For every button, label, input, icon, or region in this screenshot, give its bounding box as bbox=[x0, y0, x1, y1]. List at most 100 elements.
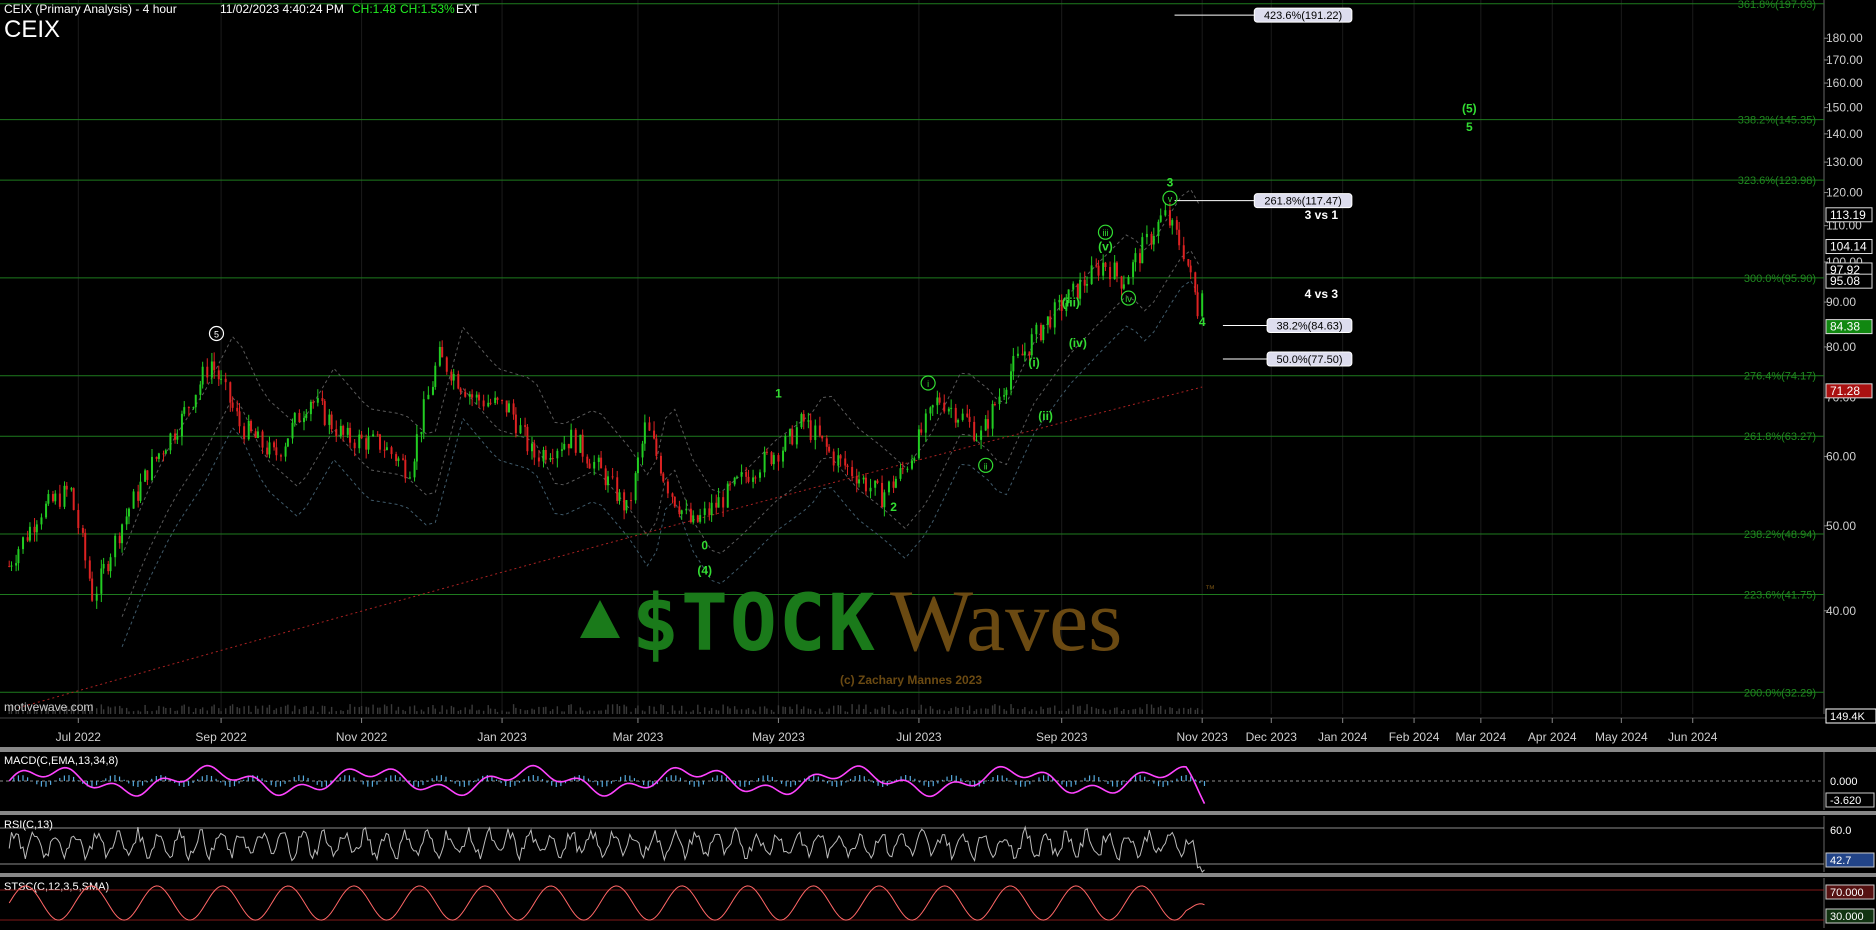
volume-bar bbox=[966, 710, 968, 714]
candle-body bbox=[376, 434, 379, 436]
date-tick-label: Jan 2024 bbox=[1318, 730, 1368, 744]
volume-bar bbox=[545, 706, 547, 714]
volume-bar bbox=[1095, 708, 1097, 714]
volume-bar bbox=[819, 708, 821, 714]
candle-body bbox=[1164, 210, 1167, 216]
volume-bar bbox=[469, 709, 471, 714]
volume-bar bbox=[902, 709, 904, 714]
volume-bar bbox=[600, 710, 602, 714]
panel-divider bbox=[0, 873, 1876, 877]
candle-body bbox=[22, 537, 25, 550]
wave-label: iv bbox=[1125, 294, 1132, 304]
candle-body bbox=[763, 451, 766, 473]
volume-bar bbox=[881, 706, 883, 714]
candle-body bbox=[524, 425, 527, 427]
candle-body bbox=[623, 492, 626, 511]
candle-body bbox=[722, 497, 725, 508]
candle-body bbox=[913, 458, 916, 461]
candle-body bbox=[1159, 215, 1162, 222]
volume-bar bbox=[961, 707, 964, 714]
volume-bar bbox=[1116, 707, 1118, 714]
candle-body bbox=[961, 413, 964, 420]
candle-body bbox=[35, 524, 38, 533]
candle-body bbox=[164, 450, 167, 454]
candle-body bbox=[1030, 334, 1033, 356]
candle-body bbox=[1023, 351, 1026, 356]
volume-bar bbox=[1120, 710, 1123, 714]
volume-bar bbox=[125, 707, 128, 714]
candle-body bbox=[206, 366, 209, 378]
candle-body bbox=[1039, 324, 1042, 341]
candle-body bbox=[151, 456, 153, 480]
candle-body bbox=[127, 508, 130, 517]
candle-body bbox=[611, 476, 614, 478]
candle-body bbox=[735, 476, 738, 478]
volume-bar bbox=[439, 711, 441, 714]
volume-bar bbox=[913, 709, 916, 714]
volume-bar bbox=[434, 708, 436, 714]
volume-bar bbox=[1024, 707, 1026, 714]
candle-body bbox=[1003, 395, 1006, 397]
volume-bar bbox=[303, 706, 305, 714]
volume-bar bbox=[685, 711, 688, 714]
candle-body bbox=[507, 403, 510, 413]
volume-bar bbox=[213, 704, 215, 714]
date-tick-label: Nov 2023 bbox=[1176, 730, 1228, 744]
candle-body bbox=[26, 537, 29, 541]
volume-bar bbox=[948, 711, 950, 714]
date-tick-label: Nov 2022 bbox=[336, 730, 388, 744]
candle-body bbox=[966, 413, 969, 417]
volume-bar bbox=[273, 710, 275, 714]
candle-body bbox=[604, 468, 607, 486]
candle-body bbox=[1134, 253, 1137, 263]
candle-body bbox=[1152, 235, 1155, 245]
volume-bar bbox=[733, 706, 736, 714]
candle-body bbox=[616, 477, 619, 501]
volume-bar bbox=[220, 711, 222, 714]
volume-bar bbox=[121, 708, 123, 714]
candle-body bbox=[84, 532, 87, 561]
volume-bar bbox=[1021, 709, 1024, 714]
price-badge: 104.14 bbox=[1830, 240, 1867, 254]
volume-bar bbox=[789, 706, 791, 714]
candle-body bbox=[70, 488, 73, 490]
candle-body bbox=[519, 425, 522, 434]
volume-bar bbox=[568, 704, 570, 714]
volume-bar bbox=[324, 706, 326, 714]
volume-bar bbox=[183, 704, 185, 714]
candle-body bbox=[1109, 267, 1112, 280]
candle-body bbox=[321, 398, 324, 402]
volume-bar bbox=[524, 710, 526, 714]
candle-body bbox=[1120, 276, 1123, 289]
date-tick-label: Sep 2022 bbox=[195, 730, 247, 744]
volume-bar bbox=[1079, 705, 1081, 714]
candle-body bbox=[438, 346, 441, 366]
volume-bar bbox=[1201, 709, 1203, 714]
candle-body bbox=[600, 457, 603, 469]
volume-bar bbox=[674, 710, 676, 714]
volume-bar bbox=[1017, 708, 1019, 714]
volume-bar bbox=[471, 704, 473, 714]
volume-bar bbox=[1139, 707, 1141, 714]
date-tick-label: Dec 2023 bbox=[1246, 730, 1298, 744]
candle-body bbox=[837, 455, 840, 466]
candle-body bbox=[563, 443, 566, 450]
wave-label: (ii) bbox=[1038, 409, 1053, 423]
candle-body bbox=[65, 485, 68, 490]
volume-bar bbox=[459, 709, 462, 714]
volume-bar bbox=[641, 710, 644, 714]
volume-bar bbox=[132, 711, 135, 714]
volume-bar bbox=[107, 706, 109, 714]
price-chart[interactable]: 361.8%(197.03) 338.2%(145.35) 323.6%(123.9… bbox=[0, 0, 1876, 930]
volume-bar bbox=[1035, 710, 1038, 714]
candle-body bbox=[312, 401, 315, 403]
candle-body bbox=[169, 433, 172, 451]
volume-bar bbox=[404, 711, 407, 714]
volume-bar bbox=[515, 707, 517, 714]
candle-body bbox=[975, 439, 978, 441]
price-tick-label: 160.00 bbox=[1826, 76, 1863, 90]
volume-bar bbox=[752, 709, 754, 714]
candle-body bbox=[943, 402, 946, 412]
volume-bar bbox=[291, 711, 294, 714]
volume-bar bbox=[561, 711, 563, 714]
